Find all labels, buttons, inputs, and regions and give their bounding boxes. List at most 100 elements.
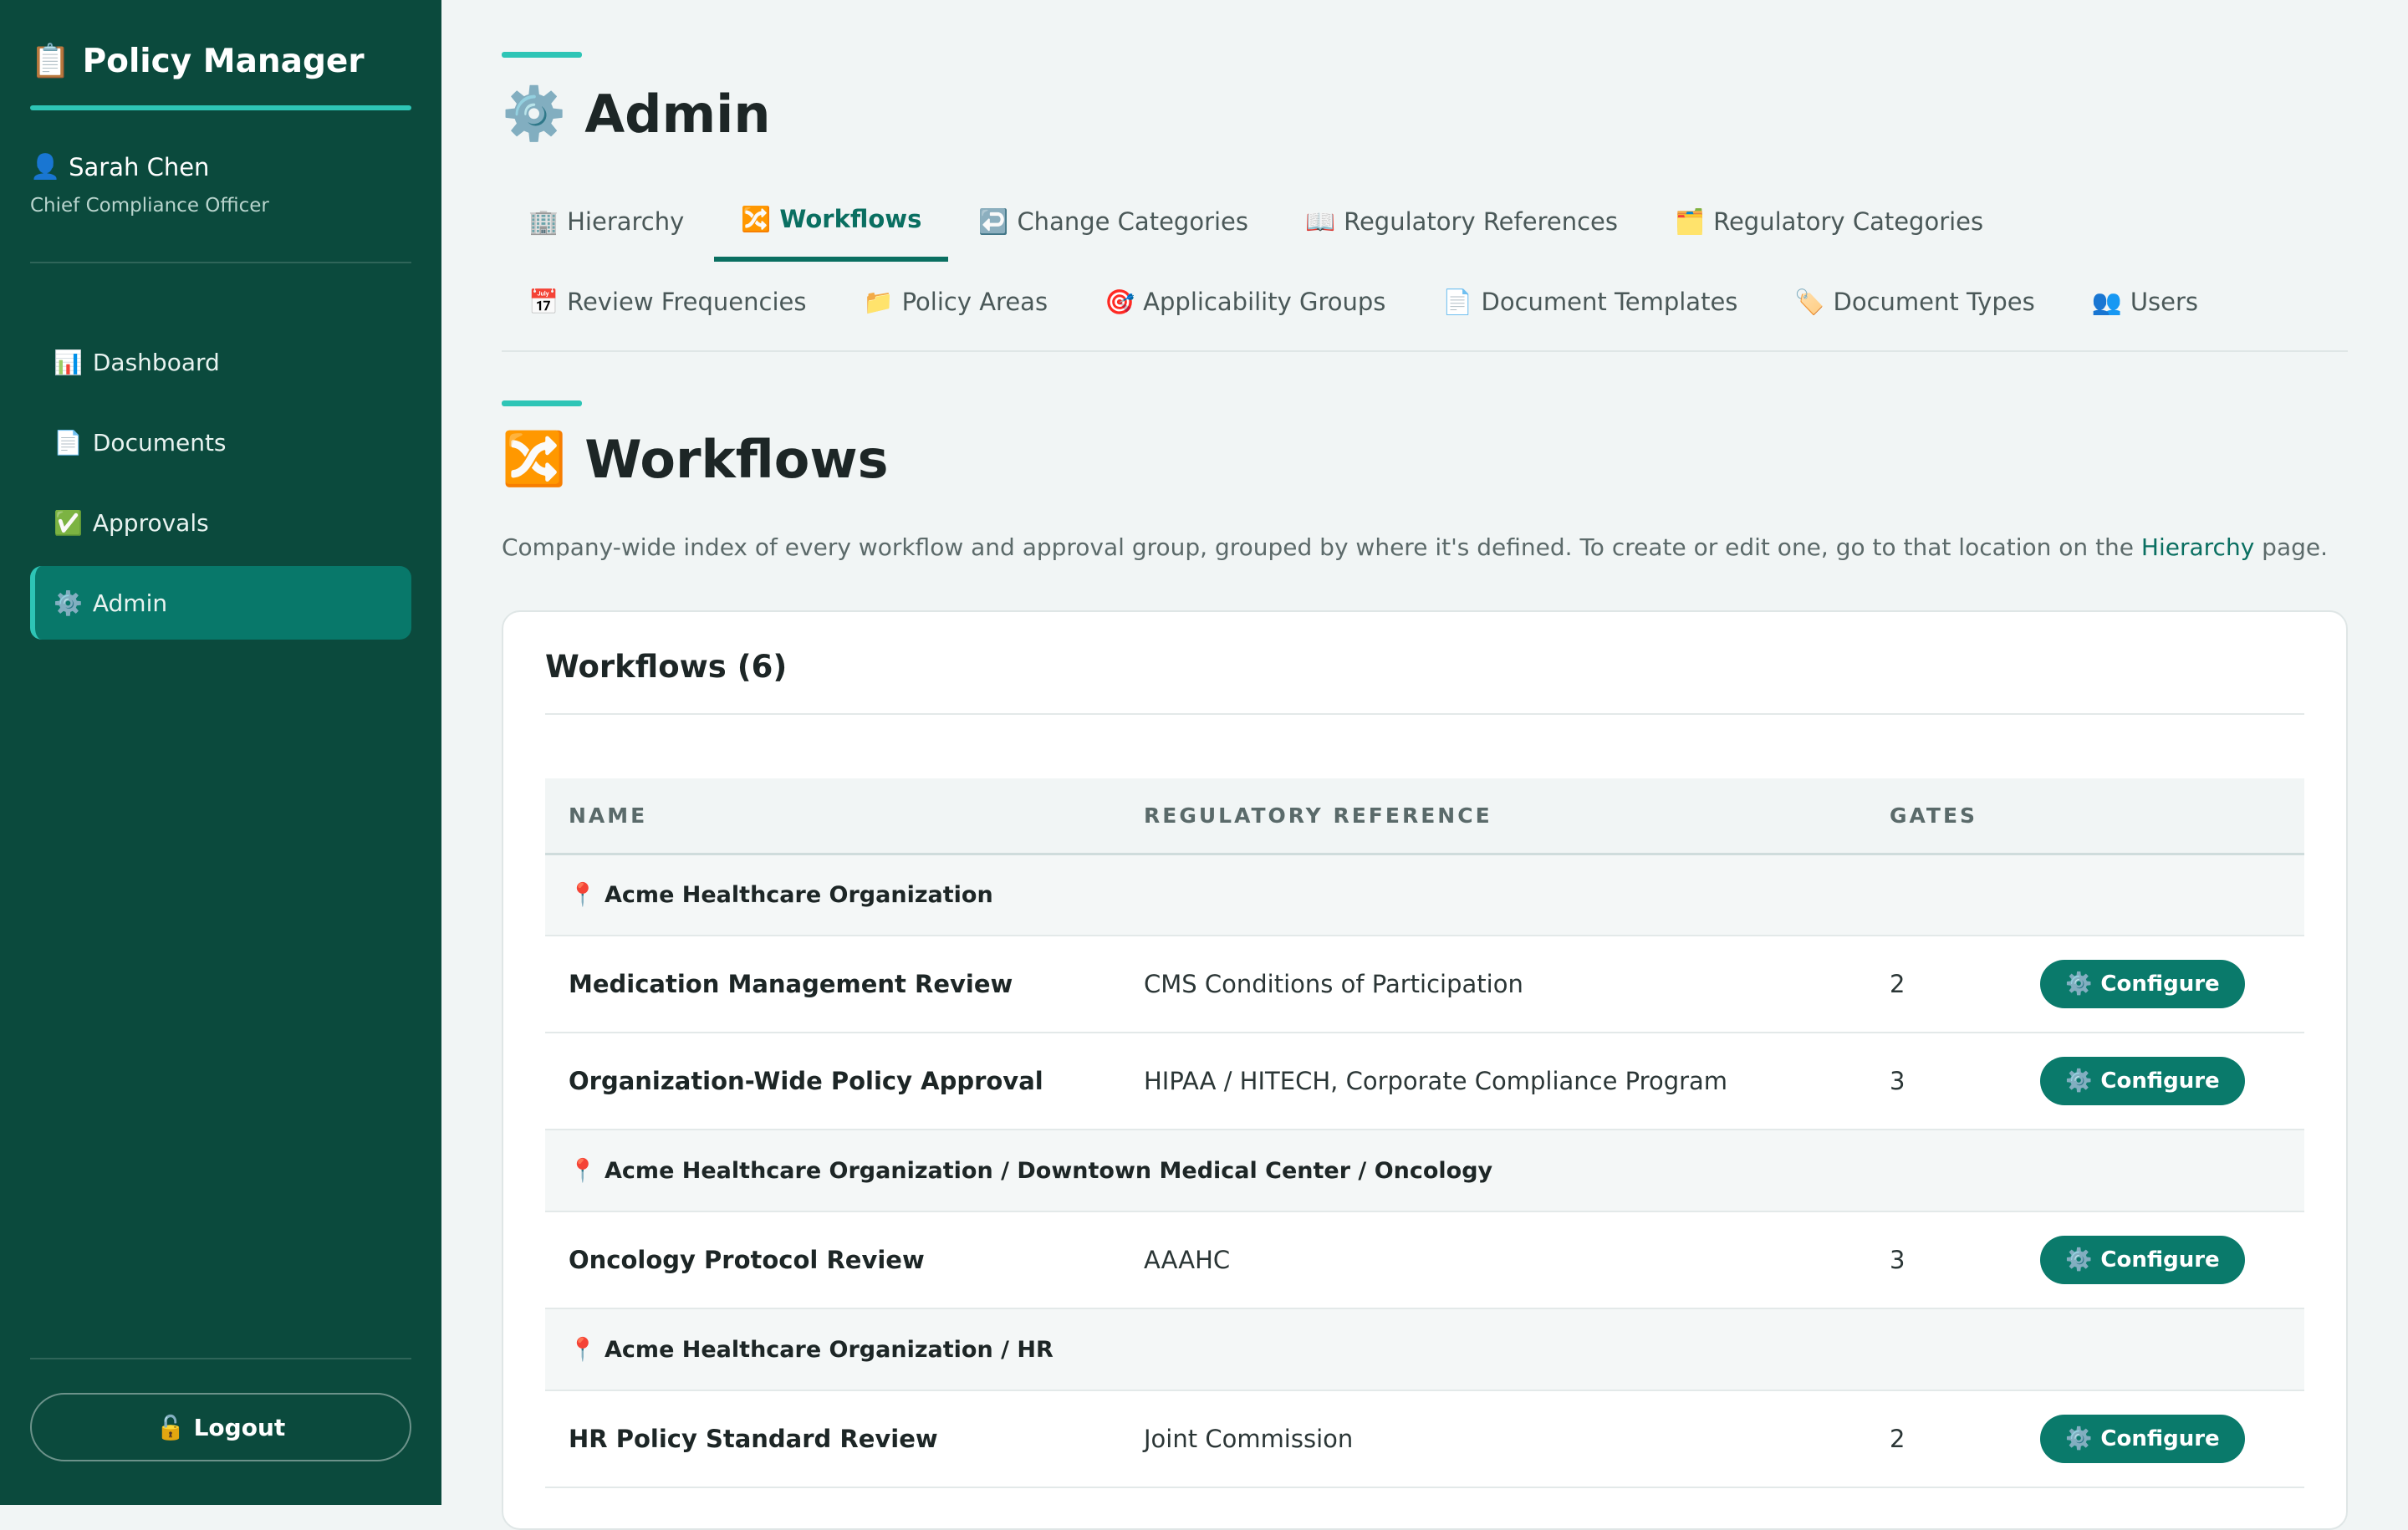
group-location: 📍 Acme Healthcare Organization / HR — [545, 1308, 2304, 1390]
tab-applicability-groups[interactable]: 🎯 Applicability Groups — [1078, 262, 1412, 342]
group-location-text: Acme Healthcare Organization / Downtown … — [605, 1158, 1493, 1184]
tab-policy-areas[interactable]: 📁 Policy Areas — [836, 262, 1074, 342]
workflows-card: Workflows (6) NAME REGULATORY REFERENCE … — [502, 610, 2348, 1530]
workflow-actions: ⚙️ Configure — [2017, 1211, 2304, 1308]
page-accent-bar — [502, 52, 582, 58]
workflow-name: HR Policy Standard Review — [569, 1425, 938, 1453]
workflow-gates: 2 — [1890, 970, 1905, 998]
configure-button[interactable]: ⚙️ Configure — [2040, 960, 2245, 1008]
tab-users[interactable]: 👥 Users — [2065, 262, 2225, 342]
sidebar-footer-divider — [30, 1358, 411, 1359]
workflows-table: NAME REGULATORY REFERENCE GATES 📍 Acme H… — [545, 778, 2304, 1488]
brand: 📋 Policy Manager — [30, 42, 411, 81]
user-name-text: Sarah Chen — [69, 152, 210, 181]
table-row: Medication Management Review CMS Conditi… — [545, 936, 2304, 1033]
pin-icon: 📍 — [569, 882, 597, 909]
sidebar-footer: 🔓 Logout — [30, 1358, 411, 1461]
logout-button[interactable]: 🔓 Logout — [30, 1393, 411, 1461]
workflow-name: Medication Management Review — [569, 970, 1013, 998]
workflow-actions: ⚙️ Configure — [2017, 936, 2304, 1033]
user-role: Chief Compliance Officer — [30, 195, 269, 217]
tab-label: Users — [2130, 288, 2199, 316]
tab-label: Regulatory References — [1344, 207, 1618, 236]
sidebar-item-label: Dashboard — [92, 348, 220, 376]
target-icon: 🎯 — [1105, 287, 1135, 316]
configure-button[interactable]: ⚙️ Configure — [2040, 1236, 2245, 1284]
page-header: ⚙️ Admin — [502, 52, 2348, 145]
user-icon: 👤 — [30, 152, 61, 181]
tab-label: Document Templates — [1481, 288, 1738, 316]
column-header-gates: GATES — [1890, 803, 1978, 828]
group-location-text: Acme Healthcare Organization / HR — [605, 1337, 1054, 1363]
user-name: 👤 Sarah Chen — [30, 152, 411, 181]
tab-document-types[interactable]: 🏷️ Document Types — [1768, 262, 2061, 342]
page-title-text: Admin — [584, 83, 771, 145]
tab-hierarchy[interactable]: 🏢 Hierarchy — [502, 181, 711, 262]
workflow-name: Oncology Protocol Review — [569, 1246, 925, 1274]
sidebar-item-dashboard[interactable]: 📊 Dashboard — [30, 325, 411, 399]
tab-regulatory-references[interactable]: 📖 Regulatory References — [1278, 181, 1645, 262]
tag-icon: 🏷️ — [1794, 287, 1825, 316]
card-title: Workflows (6) — [545, 649, 788, 685]
book-icon: 📖 — [1305, 207, 1336, 236]
unlock-icon: 🔓 — [156, 1413, 186, 1441]
sidebar-item-admin[interactable]: ⚙️ Admin — [30, 566, 411, 640]
tab-label: Regulatory Categories — [1713, 207, 1984, 236]
calendar-icon: 📅 — [528, 287, 559, 316]
configure-button[interactable]: ⚙️ Configure — [2040, 1415, 2245, 1463]
group-row: 📍 Acme Healthcare Organization / HR — [545, 1308, 2304, 1390]
tab-document-templates[interactable]: 📄 Document Templates — [1416, 262, 1764, 342]
tab-label: Policy Areas — [901, 288, 1048, 316]
sidebar-item-label: Admin — [92, 589, 168, 617]
sidebar: 📋 Policy Manager 👤 Sarah Chen Chief Comp… — [0, 0, 441, 1505]
section-accent-bar — [502, 400, 582, 406]
sidebar-nav: 📊 Dashboard 📄 Documents ✅ Approvals ⚙️ A… — [30, 325, 411, 640]
workflow-gates: 3 — [1890, 1246, 1905, 1274]
admin-tabs: 🏢 Hierarchy 🔀 Workflows ↩️ Change Categorie… — [502, 181, 2348, 352]
document-icon: 📄 — [1442, 287, 1473, 316]
table-row: HR Policy Standard Review Joint Commissi… — [545, 1390, 2304, 1487]
workflow-name: Organization-Wide Policy Approval — [569, 1067, 1043, 1095]
card-divider — [545, 713, 2304, 715]
tab-label: Workflows — [779, 205, 922, 233]
card-index-icon: 🗂️ — [1674, 207, 1706, 236]
brand-title: Policy Manager — [82, 42, 365, 80]
group-location-text: Acme Healthcare Organization — [605, 882, 993, 909]
return-arrow-icon: ↩️ — [978, 207, 1009, 236]
section-title: 🔀 Workflows — [502, 428, 2348, 490]
group-location: 📍 Acme Healthcare Organization / Downtow… — [545, 1130, 2304, 1211]
workflow-gates: 3 — [1890, 1067, 1905, 1095]
sidebar-item-label: Documents — [92, 428, 227, 456]
main-content: ⚙️ Admin 🏢 Hierarchy 🔀 Workflows ↩️ Change … — [502, 0, 2348, 1530]
tab-review-frequencies[interactable]: 📅 Review Frequencies — [502, 262, 833, 342]
column-header-reference: REGULATORY REFERENCE — [1144, 803, 1492, 828]
configure-label: Configure — [2100, 1068, 2220, 1094]
folder-icon: 📁 — [863, 287, 894, 316]
tab-change-categories[interactable]: ↩️ Change Categories — [951, 181, 1275, 262]
configure-button[interactable]: ⚙️ Configure — [2040, 1057, 2245, 1105]
description-text: Company-wide index of every workflow and… — [502, 533, 2141, 561]
checkmark-icon: ✅ — [54, 508, 83, 537]
gear-icon: ⚙️ — [2065, 1068, 2093, 1094]
user-info: 👤 Sarah Chen Chief Compliance Officer — [30, 152, 411, 217]
gear-icon: ⚙️ — [54, 589, 83, 617]
table-row: Organization-Wide Policy Approval HIPAA … — [545, 1033, 2304, 1130]
tab-workflows[interactable]: 🔀 Workflows — [714, 181, 949, 262]
tab-label: Change Categories — [1017, 207, 1248, 236]
group-row: 📍 Acme Healthcare Organization — [545, 854, 2304, 936]
users-icon: 👥 — [2091, 287, 2122, 316]
brand-underline — [30, 105, 411, 110]
logout-label: Logout — [193, 1413, 286, 1441]
configure-label: Configure — [2100, 972, 2220, 997]
sidebar-item-approvals[interactable]: ✅ Approvals — [30, 486, 411, 559]
hierarchy-link[interactable]: Hierarchy — [2141, 533, 2254, 561]
gear-icon: ⚙️ — [2065, 972, 2093, 997]
workflow-actions: ⚙️ Configure — [2017, 1033, 2304, 1130]
pin-icon: 📍 — [569, 1158, 597, 1184]
column-header-name: NAME — [569, 803, 648, 828]
tab-regulatory-categories[interactable]: 🗂️ Regulatory Categories — [1648, 181, 2010, 262]
workflow-reference: AAAHC — [1144, 1246, 1231, 1274]
sidebar-divider — [30, 262, 411, 263]
sidebar-item-documents[interactable]: 📄 Documents — [30, 405, 411, 479]
tab-label: Applicability Groups — [1143, 288, 1386, 316]
